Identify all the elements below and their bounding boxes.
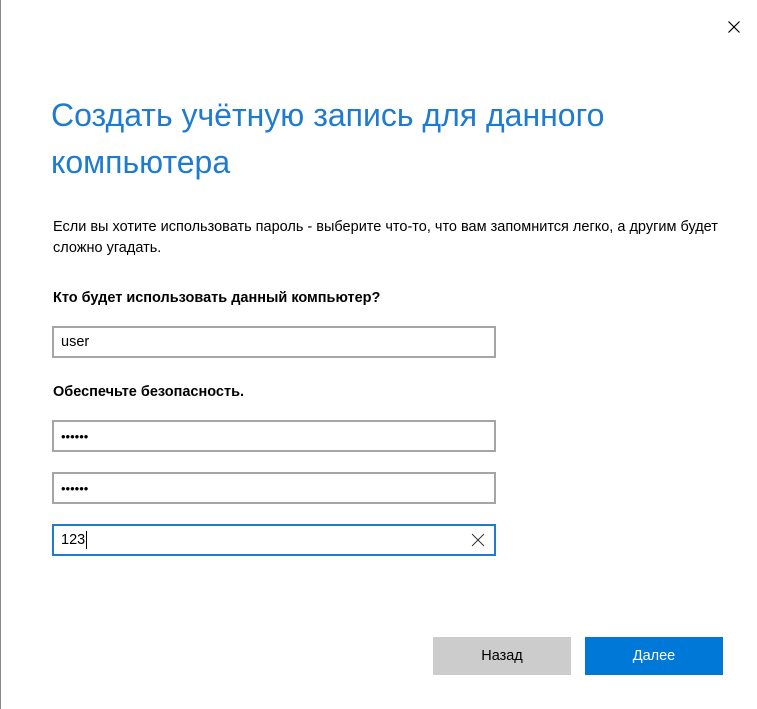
username-field[interactable]: user: [52, 326, 496, 358]
username-value: user: [61, 334, 90, 350]
confirm-password-field[interactable]: ••••••: [52, 472, 496, 504]
next-button[interactable]: Далее: [585, 637, 723, 675]
close-button[interactable]: [721, 14, 747, 40]
password-hint-field[interactable]: 123: [52, 524, 496, 556]
password-field[interactable]: ••••••: [52, 420, 496, 452]
text-caret: [86, 531, 88, 549]
back-button[interactable]: Назад: [433, 637, 571, 675]
confirm-password-value: ••••••: [61, 480, 89, 496]
close-icon: [728, 21, 740, 33]
password-value: ••••••: [61, 428, 89, 444]
account-dialog: Создать учётную запись для данного компь…: [0, 0, 757, 709]
description-text: Если вы хотите использовать пароль - выб…: [53, 219, 718, 256]
clear-icon[interactable]: [470, 532, 486, 548]
security-label: Обеспечьте безопасность.: [53, 384, 245, 400]
who-will-use-label: Кто будет использовать данный компьютер?: [53, 290, 381, 306]
page-title: Создать учётную запись для данного компь…: [51, 97, 605, 180]
password-hint-value: 123: [61, 532, 86, 548]
